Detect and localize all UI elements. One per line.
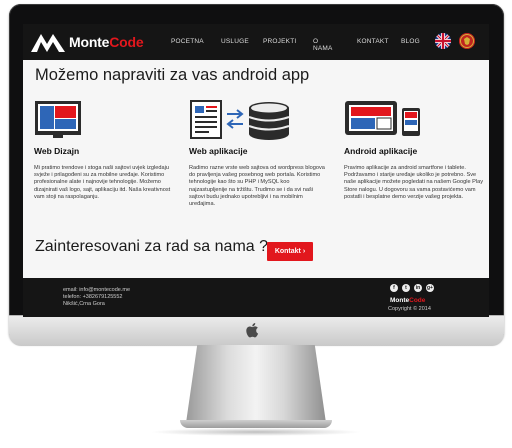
footer-contact: email: info@montecode.me telefon: +38267… <box>63 287 130 308</box>
mobile-devices-icon <box>345 101 420 136</box>
nav-pocetna[interactable]: POCETNA <box>171 38 204 45</box>
social-links: f t in g+ <box>390 284 434 292</box>
feature-title: Web Dizajn <box>34 146 80 156</box>
google-plus-icon[interactable]: g+ <box>426 284 434 292</box>
website-screen: MonteCode POCETNA USLUGE PROJEKTI O NAMA… <box>23 24 489 317</box>
twitter-icon[interactable]: t <box>402 284 410 292</box>
monitor-icon <box>35 101 81 138</box>
nav-usluge[interactable]: USLUGE <box>221 38 249 45</box>
feature-description: Radimo razne vrste web sajtova od wordpr… <box>189 165 325 208</box>
nav-blog[interactable]: BLOG <box>401 38 420 45</box>
monitor-stand <box>186 345 326 423</box>
feature-web-aplikacije: Web aplikacije Radimo razne vrste web sa… <box>189 100 329 208</box>
site-header: MonteCode POCETNA USLUGE PROJEKTI O NAMA… <box>23 24 489 60</box>
copyright-text: Copyright © 2014 <box>388 306 431 312</box>
nav-kontakt[interactable]: KONTAKT <box>357 38 389 45</box>
site-footer: email: info@montecode.me telefon: +38267… <box>23 278 489 317</box>
apple-logo-icon <box>245 322 259 338</box>
feature-title: Android aplikacije <box>344 146 418 156</box>
feature-description: Pravimo aplikacije za android smartfone … <box>344 165 483 200</box>
feature-description: Mi pratimo trendove i stoga naši sajtovi… <box>34 165 171 200</box>
footer-email[interactable]: email: info@montecode.me <box>63 287 130 294</box>
nav-projekti[interactable]: PROJEKTI <box>263 38 296 45</box>
logo-text: MonteCode <box>69 34 144 50</box>
hero-title: Možemo napraviti za vas android app <box>35 66 310 84</box>
contact-button[interactable]: Kontakt › <box>267 242 313 261</box>
montenegro-flag-icon[interactable] <box>459 33 475 49</box>
document-database-icon <box>190 100 290 140</box>
uk-flag-icon[interactable] <box>435 33 451 49</box>
footer-phone: telefon: +382679125552 <box>63 294 123 300</box>
stand-shadow <box>150 428 362 436</box>
site-logo[interactable]: MonteCode <box>31 30 144 54</box>
feature-title: Web aplikacije <box>189 146 248 156</box>
feature-web-dizajn: Web Dizajn Mi pratimo trendove i stoga n… <box>34 100 174 201</box>
feature-android-aplikacije: Android aplikacije Pravimo aplikacije za… <box>344 100 484 201</box>
linkedin-icon[interactable]: in <box>414 284 422 292</box>
footer-address: Nikšić,Crna Gora <box>63 301 105 307</box>
nav-o-nama[interactable]: O NAMA <box>313 38 333 52</box>
monitor-stand-base <box>180 420 332 428</box>
cta-heading: Zainteresovani za rad sa nama ? <box>35 238 269 255</box>
facebook-icon[interactable]: f <box>390 284 398 292</box>
footer-logo: MonteCode <box>390 297 426 304</box>
logo-mark-icon <box>31 34 65 52</box>
